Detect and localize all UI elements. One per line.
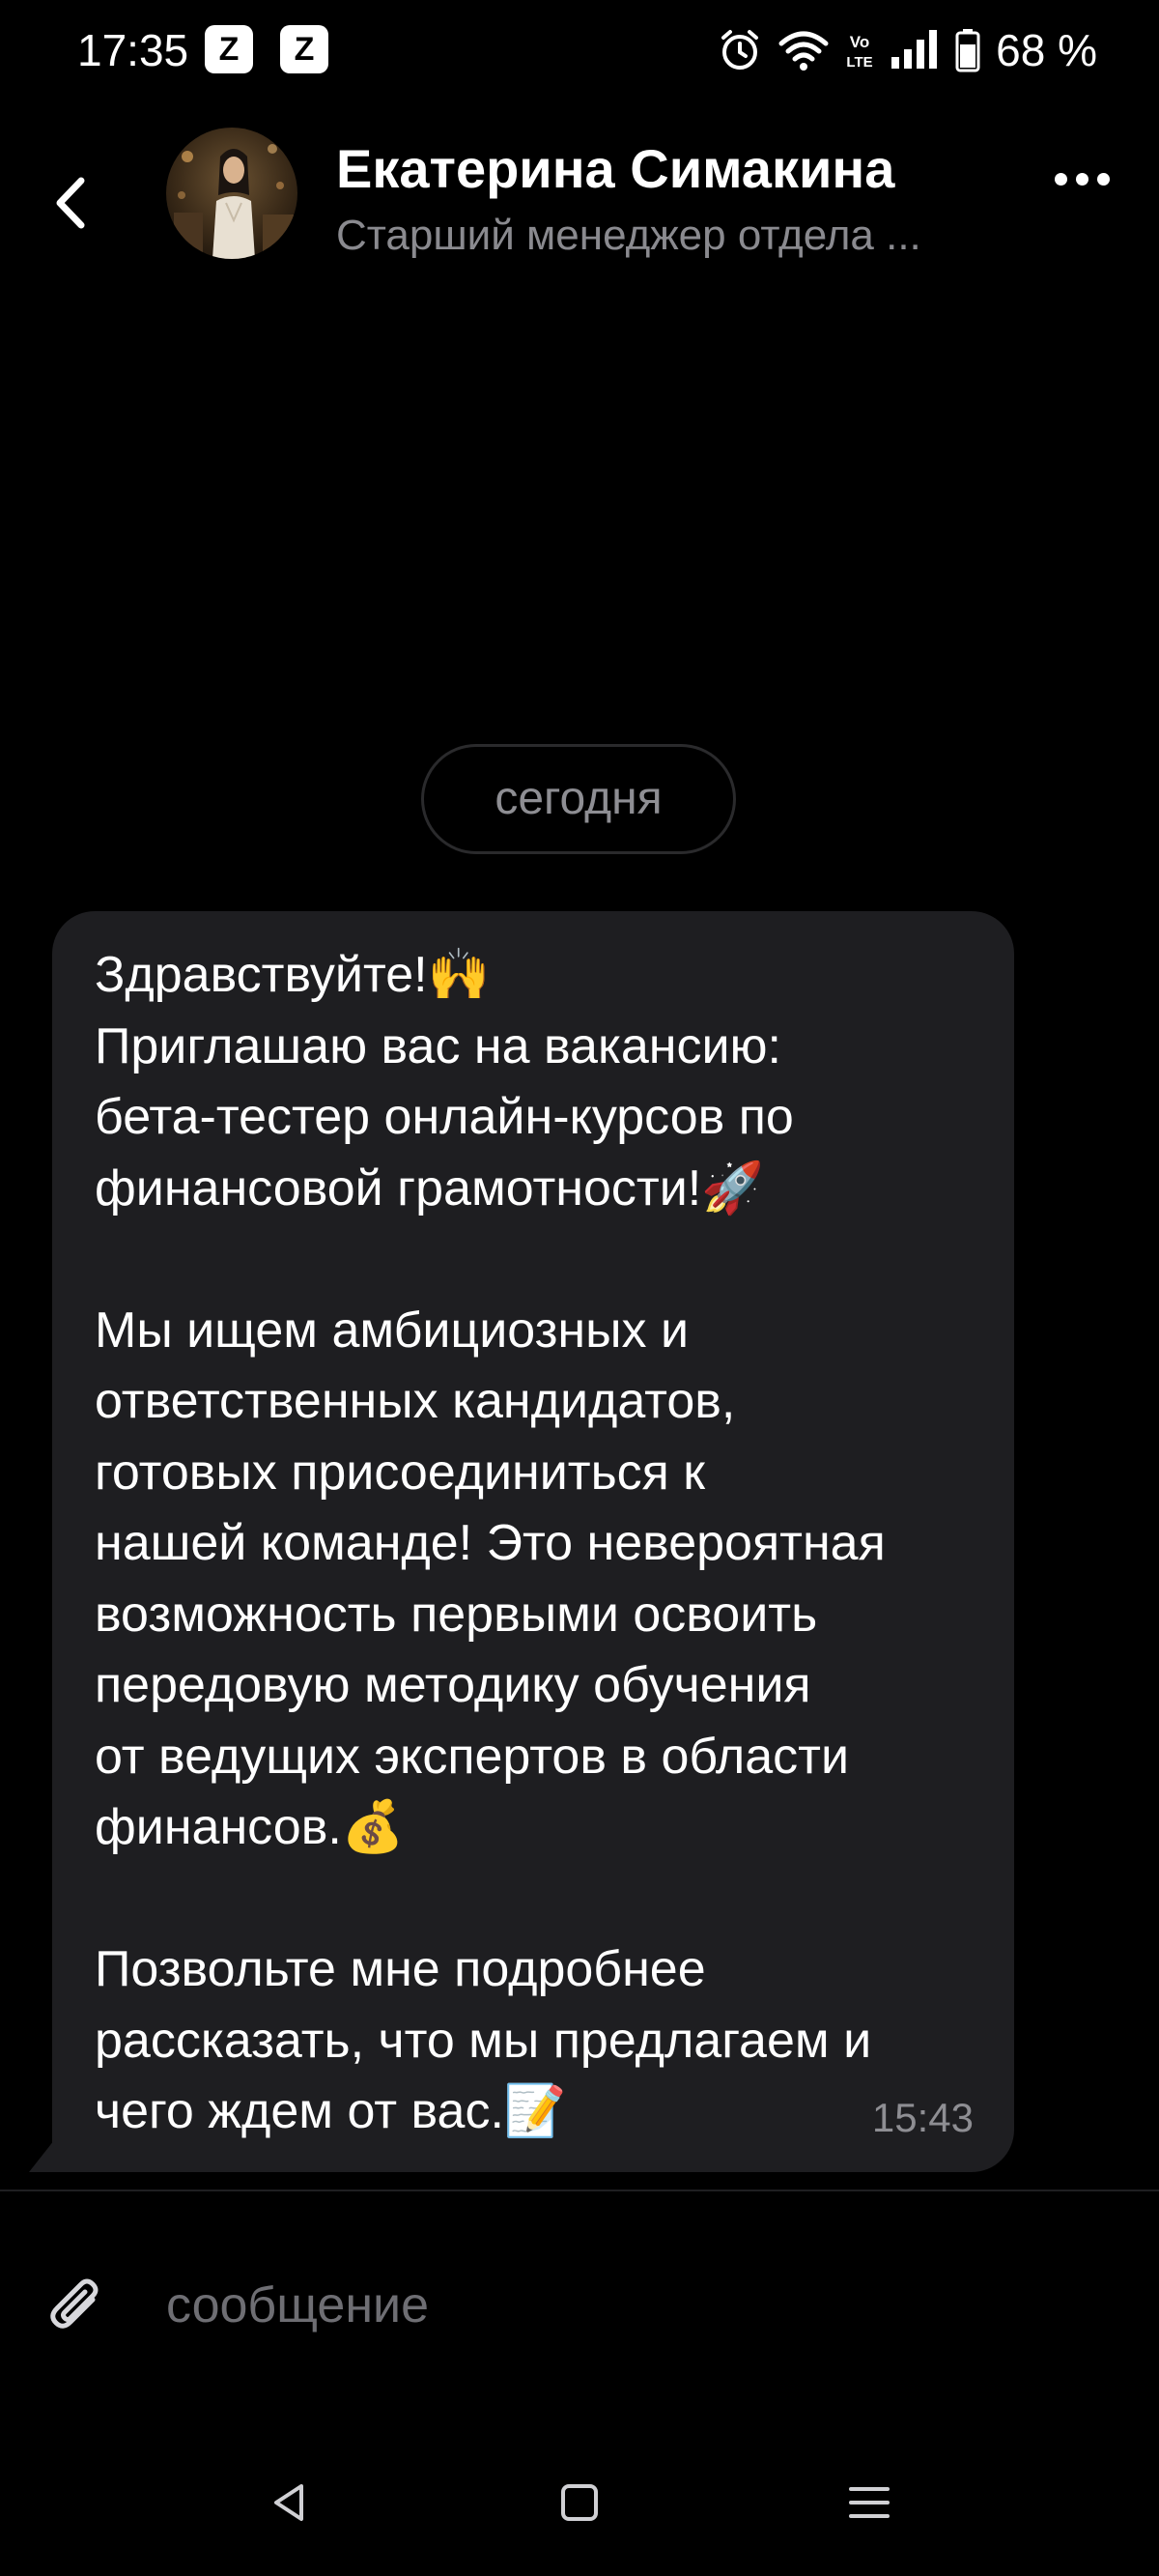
svg-text:Vo: Vo	[850, 33, 869, 51]
dot-icon	[1096, 172, 1110, 186]
more-options-button[interactable]	[1043, 145, 1120, 213]
avatar-photo	[166, 128, 297, 259]
menu-lines-icon	[849, 2487, 890, 2518]
contact-name[interactable]: Екатерина Симакина	[336, 135, 894, 203]
battery-icon	[955, 29, 980, 72]
dot-icon	[1075, 172, 1088, 186]
chat-header: Екатерина Симакина Старший менеджер отде…	[0, 106, 1159, 280]
z-app-notification-icon: Z	[280, 25, 328, 73]
nav-back-button[interactable]	[245, 2464, 332, 2541]
attach-button[interactable]	[44, 2271, 110, 2340]
nav-menu-button[interactable]	[826, 2464, 913, 2541]
incoming-message-bubble[interactable]: Здравствуйте!🙌 Приглашаю вас на вакансию…	[52, 911, 1014, 2172]
avatar[interactable]	[166, 128, 297, 259]
message-timestamp: 15:43	[871, 2095, 974, 2140]
wifi-icon	[778, 31, 829, 71]
paperclip-icon	[50, 2278, 99, 2329]
contact-subtitle: Старший менеджер отдела ...	[336, 212, 921, 259]
status-indicators: Vo LTE 68 %	[718, 21, 1097, 79]
message-text: Здравствуйте!🙌 Приглашаю вас на вакансию…	[95, 947, 886, 2139]
back-button[interactable]	[39, 150, 106, 256]
svg-text:LTE: LTE	[847, 54, 873, 71]
alarm-icon	[721, 30, 759, 70]
composer-divider	[0, 2190, 1159, 2191]
triangle-back-icon	[274, 2484, 303, 2521]
system-navigation-bar	[0, 2435, 1159, 2576]
volte-icon: Vo LTE	[847, 33, 873, 71]
nav-home-button[interactable]	[536, 2464, 623, 2541]
square-home-icon	[561, 2484, 598, 2521]
battery-percent: 68 %	[996, 25, 1097, 75]
message-input[interactable]	[166, 2267, 1093, 2344]
status-bar: 17:35 Z Z Vo LTE 68 %	[0, 0, 1159, 106]
z-app-notification-icon: Z	[205, 25, 253, 73]
chevron-left-icon	[56, 177, 85, 229]
status-time: 17:35	[77, 25, 189, 75]
dot-icon	[1054, 172, 1067, 186]
cellular-signal-icon	[891, 30, 938, 69]
date-separator: сегодня	[421, 744, 736, 854]
